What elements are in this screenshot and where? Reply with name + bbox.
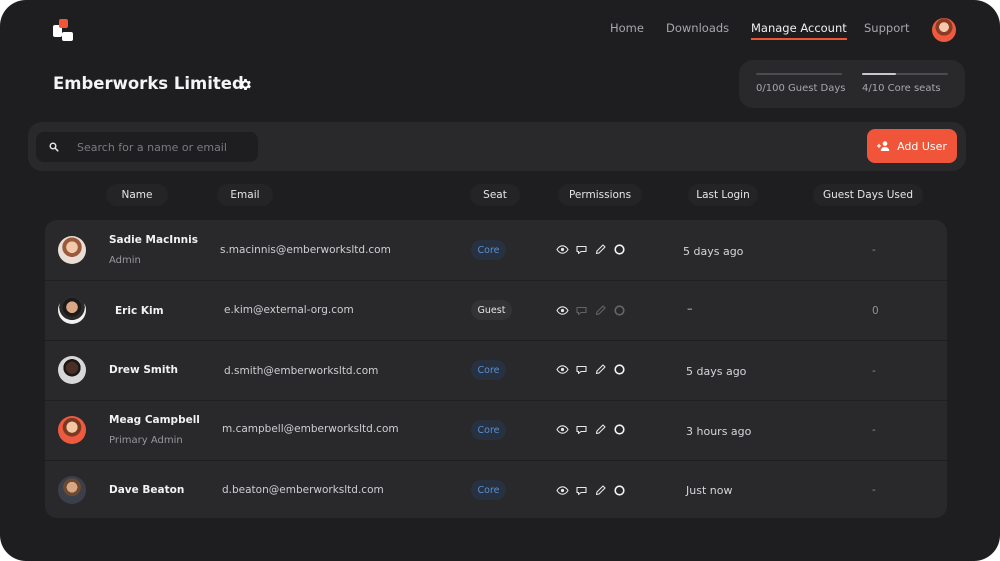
add-user-button[interactable]: Add User	[867, 129, 957, 163]
avatar	[58, 416, 86, 444]
user-email: m.campbell@emberworksltd.com	[222, 423, 399, 435]
pencil-icon[interactable]	[594, 363, 607, 376]
avatar	[58, 356, 86, 384]
pencil-icon[interactable]	[594, 484, 607, 497]
search-input[interactable]	[77, 138, 252, 156]
seat-badge[interactable]: Guest	[471, 300, 512, 320]
permissions-icons	[556, 423, 626, 436]
user-role: Admin	[109, 255, 141, 266]
nav-support-link[interactable]: Support	[864, 21, 909, 35]
user-avatar[interactable]	[932, 18, 956, 42]
nav-home-link[interactable]: Home	[610, 21, 644, 35]
table-row[interactable]: Meag Campbell Primary Admin m.campbell@e…	[45, 400, 947, 460]
users-table: Sadie MacInnis Admin s.macinnis@emberwor…	[45, 220, 947, 518]
user-name: Sadie MacInnis	[109, 234, 199, 246]
column-header-last-login[interactable]: Last Login	[688, 184, 758, 206]
guest-days-progress-bar	[756, 73, 842, 75]
app-window: Home Downloads Manage Account Support Em…	[0, 0, 1000, 561]
eye-icon[interactable]	[556, 304, 569, 317]
last-login: 3 hours ago	[686, 425, 752, 438]
comment-icon[interactable]	[575, 484, 588, 497]
avatar	[58, 296, 86, 324]
user-name: Meag Campbell	[109, 414, 200, 426]
eye-icon[interactable]	[556, 423, 569, 436]
eye-icon[interactable]	[556, 243, 569, 256]
page-title: Emberworks Limited	[53, 74, 244, 93]
guest-days-label: 0/100 Guest Days	[756, 83, 846, 94]
table-row[interactable]: Drew Smith d.smith@emberworksltd.com Cor…	[45, 340, 947, 400]
seat-badge[interactable]: Core	[471, 420, 506, 440]
toolbar: Add User	[28, 122, 966, 171]
user-role: Primary Admin	[109, 435, 183, 446]
last-login: 5 days ago	[683, 245, 744, 258]
circle-icon[interactable]	[613, 484, 626, 497]
nav-manage-account-link[interactable]: Manage Account	[751, 21, 847, 40]
guest-days-used: -	[872, 424, 876, 436]
guest-days-used: -	[872, 484, 876, 496]
avatar	[58, 476, 86, 504]
permissions-icons	[556, 304, 626, 317]
eye-icon[interactable]	[556, 484, 569, 497]
seat-badge[interactable]: Core	[471, 360, 506, 380]
comment-icon[interactable]	[575, 304, 588, 317]
circle-icon[interactable]	[613, 363, 626, 376]
permissions-icons	[556, 363, 626, 376]
user-email: d.smith@emberworksltd.com	[224, 365, 379, 377]
comment-icon[interactable]	[575, 363, 588, 376]
pencil-icon[interactable]	[594, 243, 607, 256]
last-login: –	[687, 302, 693, 315]
table-row[interactable]: Dave Beaton d.beaton@emberworksltd.com C…	[45, 460, 947, 518]
search-box[interactable]	[36, 132, 258, 162]
user-name: Eric Kim	[115, 305, 164, 317]
core-seats-progress-fill	[862, 73, 897, 75]
guest-days-used: -	[872, 244, 876, 256]
core-seats-label: 4/10 Core seats	[862, 83, 941, 94]
comment-icon[interactable]	[575, 423, 588, 436]
guest-days-used: 0	[872, 305, 879, 317]
column-header-guest-days-used[interactable]: Guest Days Used	[813, 184, 923, 206]
top-nav: Home Downloads Manage Account Support	[0, 21, 1000, 41]
guest-days-used: -	[872, 365, 876, 377]
pencil-icon[interactable]	[594, 423, 607, 436]
user-email: e.kim@external-org.com	[224, 304, 354, 316]
user-email: d.beaton@emberworksltd.com	[222, 484, 384, 496]
column-header-seat[interactable]: Seat	[470, 184, 520, 206]
seat-badge[interactable]: Core	[471, 480, 506, 500]
table-row[interactable]: Sadie MacInnis Admin s.macinnis@emberwor…	[45, 220, 947, 280]
guest-days-quota: 0/100 Guest Days	[756, 73, 846, 94]
gear-icon[interactable]	[238, 77, 253, 92]
nav-downloads-link[interactable]: Downloads	[666, 21, 729, 35]
user-name: Dave Beaton	[109, 484, 185, 496]
column-header-email[interactable]: Email	[217, 184, 273, 206]
core-seats-progress-bar	[862, 73, 948, 75]
column-header-permissions[interactable]: Permissions	[558, 184, 642, 206]
comment-icon[interactable]	[575, 243, 588, 256]
avatar	[58, 236, 86, 264]
core-seats-quota: 4/10 Core seats	[862, 73, 948, 94]
permissions-icons	[556, 484, 626, 497]
permissions-icons	[556, 243, 626, 256]
circle-icon[interactable]	[613, 304, 626, 317]
eye-icon[interactable]	[556, 363, 569, 376]
last-login: 5 days ago	[686, 365, 747, 378]
add-user-label: Add User	[897, 139, 947, 153]
column-header-name[interactable]: Name	[106, 184, 168, 206]
search-icon	[49, 142, 59, 152]
user-name: Drew Smith	[109, 364, 178, 376]
last-login: Just now	[686, 484, 733, 497]
quota-panel: 0/100 Guest Days 4/10 Core seats	[739, 60, 965, 108]
circle-icon[interactable]	[613, 243, 626, 256]
user-email: s.macinnis@emberworksltd.com	[220, 244, 391, 256]
seat-badge[interactable]: Core	[471, 240, 506, 260]
add-user-icon	[877, 141, 890, 151]
circle-icon[interactable]	[613, 423, 626, 436]
pencil-icon[interactable]	[594, 304, 607, 317]
table-row[interactable]: Eric Kim e.kim@external-org.com Guest – …	[45, 280, 947, 340]
